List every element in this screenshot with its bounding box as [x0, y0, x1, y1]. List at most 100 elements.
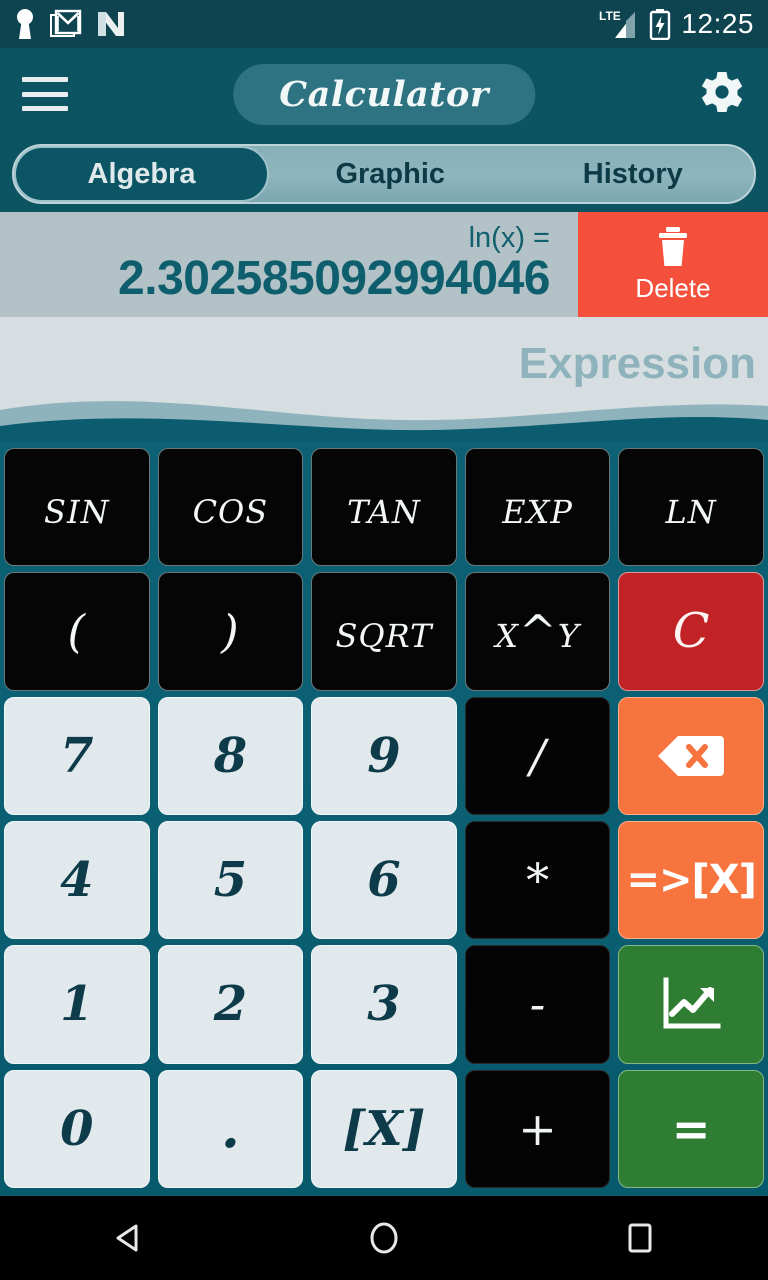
- key-cos-label: cos: [192, 480, 269, 534]
- key-subtract-label: -: [529, 977, 546, 1032]
- keypad-row-3: 7 8 9 /: [4, 696, 764, 815]
- key-digit-0-label: 0: [60, 1100, 94, 1157]
- key-ln-label: ln: [665, 480, 717, 534]
- tab-algebra[interactable]: Algebra: [14, 146, 269, 202]
- keypad-row-5: 1 2 3 -: [4, 945, 764, 1064]
- calculator-app: LTE 12:25 Calculator Algebra Graphic His…: [0, 0, 768, 1280]
- key-digit-1[interactable]: 1: [4, 945, 150, 1064]
- result-display: ln(x) = 2.302585092994046 Delete: [0, 212, 768, 317]
- key-decimal-point-label: .: [220, 1096, 240, 1160]
- key-close-paren[interactable]: ): [157, 572, 304, 691]
- key-cos[interactable]: cos: [157, 448, 304, 567]
- svg-text:LTE: LTE: [599, 9, 621, 23]
- delete-label: Delete: [635, 273, 711, 303]
- key-digit-3-label: 3: [367, 976, 401, 1033]
- wave-decoration: [0, 401, 768, 442]
- key-divide-label: /: [529, 728, 546, 783]
- key-digit-7[interactable]: 7: [4, 696, 150, 815]
- backspace-icon: [658, 735, 725, 776]
- lock-keyhole-icon: [17, 9, 33, 39]
- result-label: ln(x) =: [468, 222, 550, 255]
- home-circle-icon[interactable]: [364, 1218, 404, 1258]
- hamburger-menu-icon[interactable]: [22, 77, 68, 111]
- key-exp-label: exp: [502, 480, 573, 534]
- key-digit-8[interactable]: 8: [157, 696, 304, 815]
- gear-icon[interactable]: [698, 68, 746, 121]
- key-digit-9-label: 9: [367, 727, 401, 784]
- key-tan-label: tan: [347, 480, 421, 534]
- key-tan[interactable]: tan: [311, 448, 457, 567]
- key-add[interactable]: +: [464, 1069, 611, 1188]
- keypad-row-2: ( ) sqrt x^y C: [4, 572, 764, 691]
- back-triangle-icon[interactable]: [108, 1218, 148, 1258]
- key-digit-2-label: 2: [213, 976, 248, 1033]
- key-assign-variable-label: =>[X]: [626, 857, 756, 904]
- key-equals[interactable]: =: [618, 1069, 764, 1188]
- key-variable-x[interactable]: [X]: [311, 1069, 457, 1188]
- key-divide[interactable]: /: [464, 696, 611, 815]
- key-digit-2[interactable]: 2: [157, 945, 304, 1064]
- delete-button[interactable]: Delete: [578, 212, 768, 317]
- result-value: 2.302585092994046: [118, 251, 550, 305]
- key-digit-4-label: 4: [60, 852, 94, 909]
- key-digit-9[interactable]: 9: [311, 696, 457, 815]
- key-multiply-label: *: [526, 853, 550, 908]
- key-digit-6[interactable]: 6: [311, 820, 457, 940]
- expression-input-area[interactable]: Expression: [0, 317, 768, 442]
- key-sin[interactable]: sin: [4, 448, 150, 567]
- key-plot-graph[interactable]: [618, 945, 764, 1064]
- key-variable-x-label: [X]: [342, 1100, 426, 1157]
- key-ln[interactable]: ln: [618, 448, 764, 567]
- key-clear[interactable]: C: [618, 572, 764, 691]
- key-add-label: +: [518, 1101, 557, 1156]
- key-sqrt-label: sqrt: [335, 604, 433, 658]
- key-power-label: x^y: [495, 604, 580, 658]
- tab-history[interactable]: History: [512, 146, 755, 202]
- key-decimal-point[interactable]: .: [157, 1069, 304, 1188]
- nova-n-icon: [98, 12, 124, 36]
- key-clear-label: C: [672, 603, 710, 660]
- key-assign-variable[interactable]: =>[X]: [618, 820, 764, 940]
- page-title: Calculator: [279, 73, 489, 115]
- tab-bar: Algebra Graphic History: [0, 140, 768, 212]
- gmail-icon: [50, 9, 82, 37]
- key-digit-6-label: 6: [367, 852, 401, 909]
- key-power[interactable]: x^y: [464, 572, 611, 691]
- key-digit-8-label: 8: [213, 727, 248, 784]
- key-open-paren-label: (: [67, 604, 87, 658]
- status-bar-clock: 12:25: [681, 8, 754, 39]
- app-bar: Calculator: [0, 48, 768, 140]
- recents-square-icon[interactable]: [620, 1218, 660, 1258]
- tab-algebra-label: Algebra: [87, 157, 196, 190]
- keypad-row-4: 4 5 6 * =>[X]: [4, 820, 764, 940]
- key-digit-3[interactable]: 3: [311, 945, 457, 1064]
- key-digit-5[interactable]: 5: [157, 820, 304, 940]
- tab-graphic-label: Graphic: [335, 157, 446, 190]
- app-title-pill: Calculator: [233, 63, 535, 125]
- lte-signal-icon: LTE: [599, 9, 636, 38]
- status-bar-left-icons: [14, 8, 126, 40]
- key-close-paren-label: ): [221, 604, 240, 658]
- chart-line-icon: [663, 977, 721, 1029]
- key-open-paren[interactable]: (: [4, 572, 150, 691]
- key-digit-0[interactable]: 0: [4, 1069, 150, 1188]
- keypad-row-1: sin cos tan exp ln: [4, 448, 764, 567]
- key-digit-7-label: 7: [60, 727, 94, 784]
- key-digit-1-label: 1: [60, 976, 94, 1033]
- tab-history-label: History: [582, 157, 683, 190]
- key-sqrt[interactable]: sqrt: [311, 572, 457, 691]
- key-digit-4[interactable]: 4: [4, 820, 150, 940]
- key-subtract[interactable]: -: [464, 945, 611, 1064]
- android-nav-bar: [0, 1196, 768, 1280]
- key-multiply[interactable]: *: [464, 820, 611, 940]
- result-display-value-area[interactable]: ln(x) = 2.302585092994046: [0, 212, 578, 317]
- key-sin-label: sin: [44, 480, 110, 534]
- status-bar: LTE 12:25: [0, 0, 768, 48]
- status-bar-right-icons: LTE 12:25: [599, 8, 754, 40]
- key-backspace[interactable]: [618, 696, 764, 815]
- battery-charging-icon: [650, 9, 671, 40]
- key-digit-5-label: 5: [213, 852, 248, 909]
- key-exp[interactable]: exp: [464, 448, 611, 567]
- tab-graphic[interactable]: Graphic: [269, 146, 512, 202]
- keypad: sin cos tan exp ln ( ) sqrt x^y C 7 8 9 …: [0, 442, 768, 1196]
